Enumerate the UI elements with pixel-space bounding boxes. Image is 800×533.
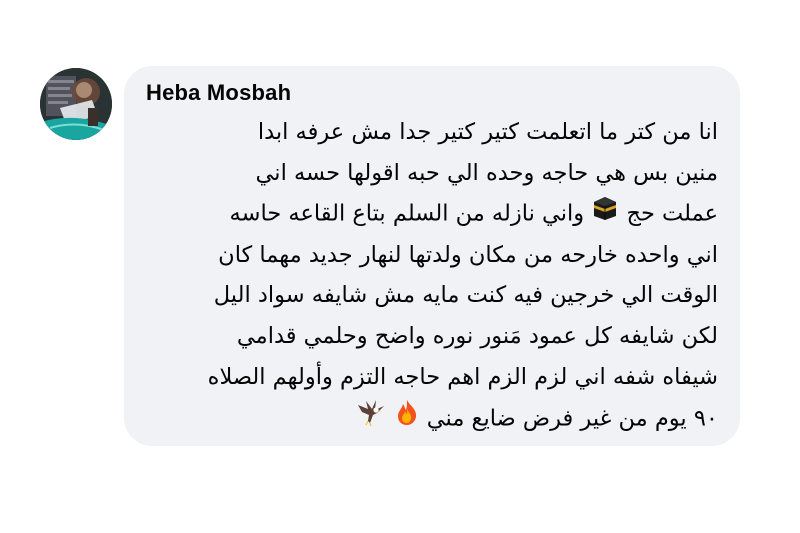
kaaba-icon	[591, 193, 619, 235]
comment-thread: Heba Mosbah انا من كتر ما اتعلمت كتير كت…	[0, 0, 800, 533]
comment-bubble: Heba Mosbah انا من كتر ما اتعلمت كتير كت…	[124, 66, 740, 446]
comment-line: انا من كتر ما اتعلمت كتير كتير جدا مش عر…	[257, 119, 718, 145]
comment-line-with-emoji: عملت حج واني نازله من السلم بتاع القاعه …	[148, 193, 718, 235]
comment-text: انا من كتر ما اتعلمت كتير كتير جدا مش عر…	[148, 112, 718, 441]
eagle-icon	[356, 397, 386, 441]
avatar-image	[40, 68, 112, 140]
avatar[interactable]	[40, 68, 112, 140]
comment-line-part: ٩٠ يوم من غير فرض ضايع مني	[426, 405, 718, 432]
comment-line: الوقت الي خرجين فيه كنت مايه مش شايفه سو…	[213, 282, 718, 309]
comment-author[interactable]: Heba Mosbah	[146, 80, 291, 106]
fire-icon	[394, 398, 420, 440]
comment-line: شيفاه شفه اني لزم الزم اهم حاجه التزم وأ…	[207, 363, 718, 390]
comment-line-with-emoji: ٩٠ يوم من غير فرض ضايع مني	[148, 397, 718, 441]
comment-line: منين بس هي حاجه وحده الي حبه اقولها حسه …	[255, 159, 718, 186]
comment-line: اني واحده خارحه من مكان ولدتها لنهار جدي…	[218, 241, 718, 268]
comment-line-part: عملت حج	[626, 200, 718, 227]
comment-line-part: واني نازله من السلم بتاع القاعه حاسه	[229, 200, 585, 227]
comment-line: لكن شايفه كل عمود مَنور نوره واضح وحلمي …	[236, 322, 718, 349]
